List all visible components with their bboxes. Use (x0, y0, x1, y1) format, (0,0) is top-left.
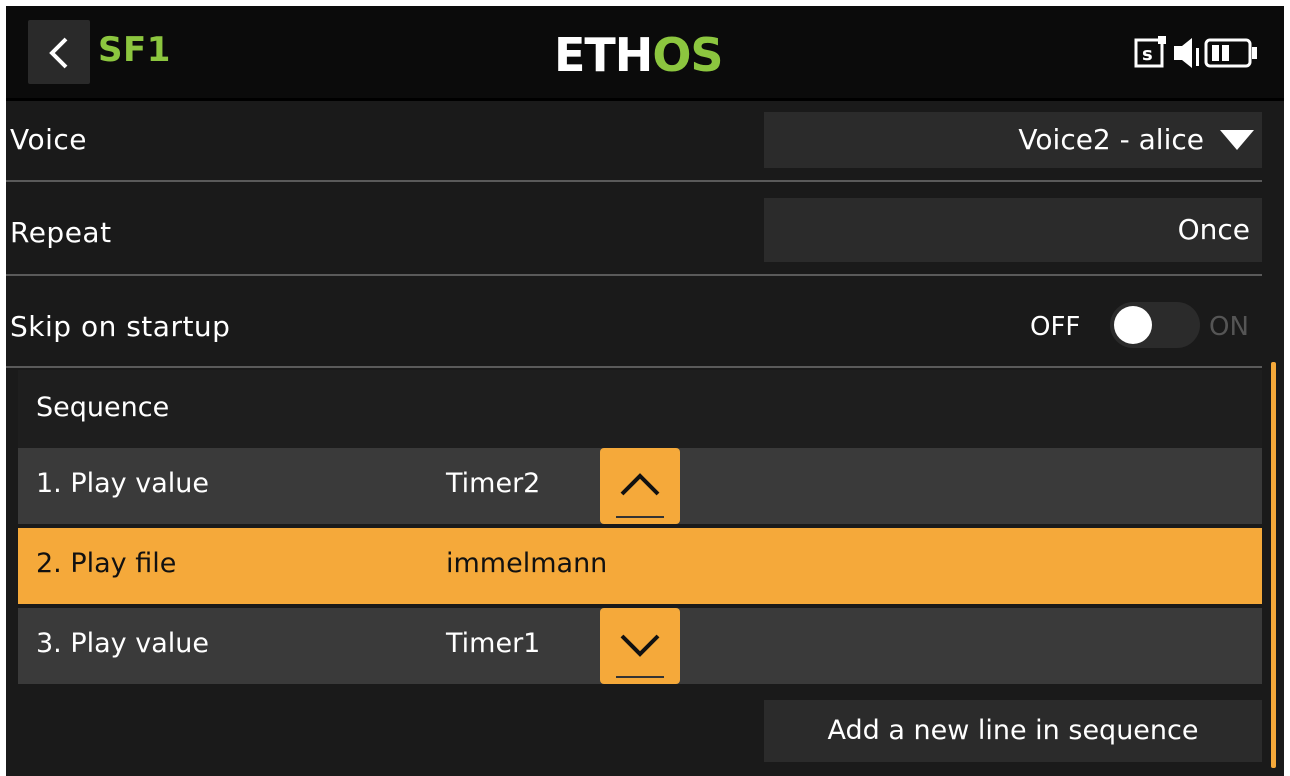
divider (6, 366, 1262, 368)
voice-value: Voice2 - alice (1018, 123, 1204, 156)
repeat-label: Repeat (10, 216, 112, 249)
sequence-item[interactable]: 3. Play value Timer1 (18, 608, 1262, 684)
toggle-on-label: ON (1209, 312, 1249, 342)
add-sequence-line-button[interactable]: Add a new line in sequence (764, 700, 1262, 762)
chevron-down-icon (620, 634, 660, 657)
page-title: SF1 (98, 30, 171, 70)
speaker-icon (1174, 38, 1199, 68)
repeat-value: Once (1177, 213, 1250, 246)
sequence-title: Sequence (36, 392, 170, 423)
sequence-item-label: 3. Play value (36, 628, 209, 659)
voice-select[interactable]: Voice2 - alice (764, 112, 1262, 168)
battery-icon (1204, 38, 1257, 68)
svg-text:s: s (1142, 44, 1153, 65)
move-up-button[interactable] (600, 448, 680, 524)
sd-card-icon: s (1134, 36, 1166, 68)
sequence-panel (18, 370, 1262, 450)
status-icons: s (1134, 32, 1262, 72)
move-down-button[interactable] (600, 608, 680, 684)
back-button[interactable] (28, 20, 90, 84)
logo-text-eth: ETH (554, 28, 653, 82)
chevron-left-icon (49, 37, 68, 69)
toggle-off-label: OFF (1030, 312, 1081, 342)
sequence-item-label: 2. Play file (36, 548, 177, 579)
divider (6, 180, 1262, 182)
button-underline (616, 676, 664, 678)
ethos-logo: ETHOS (554, 32, 724, 78)
button-underline (616, 516, 664, 518)
scrollbar[interactable] (1271, 362, 1276, 768)
logo-text-os: OS (652, 28, 723, 82)
skip-startup-label: Skip on startup (10, 310, 231, 343)
chevron-up-icon (620, 473, 660, 496)
repeat-field[interactable]: Once (764, 198, 1262, 262)
toggle-knob (1114, 306, 1152, 344)
sequence-item-value: Timer2 (446, 468, 541, 499)
divider (6, 274, 1262, 276)
sequence-item-value: Timer1 (446, 628, 541, 659)
header-bar: SF1 ETHOS s (6, 6, 1284, 101)
voice-label: Voice (10, 123, 88, 156)
sequence-item-value: immelmann (446, 548, 608, 579)
screen: SF1 ETHOS s Voice Voice2 - alice Repeat … (6, 6, 1284, 776)
sequence-item-label: 1. Play value (36, 468, 209, 499)
sequence-item-selected[interactable]: 2. Play file immelmann (18, 528, 1262, 604)
sequence-item[interactable]: 1. Play value Timer2 (18, 448, 1262, 524)
dropdown-arrow-icon (1220, 130, 1254, 150)
